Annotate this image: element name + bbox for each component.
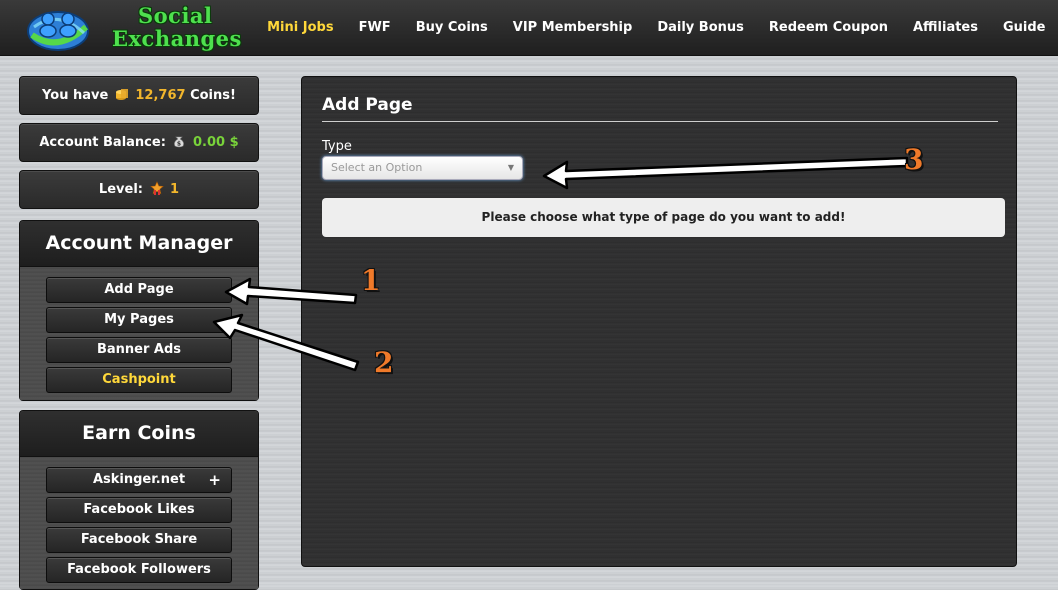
account-manager-panel: Account Manager Add Page My Pages Banner… xyxy=(19,220,259,401)
chevron-down-icon: ▼ xyxy=(507,163,514,172)
plus-icon: + xyxy=(208,471,221,489)
level-value: 1 xyxy=(170,182,180,197)
nav-buy-coins[interactable]: Buy Coins xyxy=(403,0,500,55)
account-manager-body: Add Page My Pages Banner Ads Cashpoint xyxy=(20,267,258,400)
logo-line-2: Exchanges xyxy=(112,26,242,51)
type-select-placeholder: Select an Option xyxy=(331,161,423,174)
coins-stat: You have 12,767 Coins! xyxy=(19,76,259,115)
level-label: Level: xyxy=(98,182,143,197)
facebook-followers-button[interactable]: Facebook Followers xyxy=(46,557,232,583)
nav-redeem-coupon[interactable]: Redeem Coupon xyxy=(756,0,900,55)
earn-coins-title: Earn Coins xyxy=(20,411,258,457)
type-label: Type xyxy=(322,139,352,154)
balance-stat: Account Balance: $ 0.00 $ xyxy=(19,123,259,162)
banner-ads-button[interactable]: Banner Ads xyxy=(46,337,232,363)
main-nav: Mini Jobs FWF Buy Coins VIP Membership D… xyxy=(255,0,1058,55)
page-title: Add Page xyxy=(322,95,998,122)
money-bag-icon: $ xyxy=(174,136,185,148)
facebook-share-button[interactable]: Facebook Share xyxy=(46,527,232,553)
my-pages-button[interactable]: My Pages xyxy=(46,307,232,333)
site-logo[interactable]: Social Exchanges xyxy=(16,2,256,54)
askinger-button[interactable]: Askinger.net + xyxy=(46,467,232,493)
nav-fwf[interactable]: FWF xyxy=(346,0,403,55)
balance-value: 0.00 $ xyxy=(192,135,239,150)
svg-text:$: $ xyxy=(177,141,181,148)
annotation-number-1: 1 xyxy=(361,264,381,297)
annotation-number-2: 2 xyxy=(374,346,394,379)
logo-line-1: Social xyxy=(138,3,213,28)
earn-coins-body: Askinger.net + Facebook Likes Facebook S… xyxy=(20,457,258,589)
globe-logo-icon xyxy=(27,11,89,51)
type-select[interactable]: Select an Option ▼ xyxy=(322,156,523,180)
top-header: Social Exchanges Mini Jobs FWF Buy Coins… xyxy=(0,0,1058,56)
nav-guide[interactable]: Guide xyxy=(990,0,1058,55)
earn-coins-panel: Earn Coins Askinger.net + Facebook Likes… xyxy=(19,410,259,590)
info-notice: Please choose what type of page do you w… xyxy=(322,198,1005,237)
askinger-label: Askinger.net xyxy=(92,472,186,487)
cashpoint-button[interactable]: Cashpoint xyxy=(46,367,232,393)
nav-daily-bonus[interactable]: Daily Bonus xyxy=(645,0,757,55)
medal-icon xyxy=(149,181,164,195)
account-manager-title: Account Manager xyxy=(20,221,258,267)
add-page-button[interactable]: Add Page xyxy=(46,277,232,303)
facebook-likes-button[interactable]: Facebook Likes xyxy=(46,497,232,523)
level-stat: Level: 1 xyxy=(19,170,259,209)
coins-suffix: Coins! xyxy=(190,88,236,103)
coins-value: 12,767 xyxy=(135,88,186,103)
logo-text: Social Exchanges xyxy=(112,4,242,50)
coins-prefix: You have xyxy=(42,88,109,103)
nav-affiliates[interactable]: Affiliates xyxy=(900,0,990,55)
annotation-number-3: 3 xyxy=(904,143,924,176)
nav-mini-jobs[interactable]: Mini Jobs xyxy=(255,0,346,55)
balance-label: Account Balance: xyxy=(39,135,166,150)
nav-vip-membership[interactable]: VIP Membership xyxy=(500,0,645,55)
coin-stack-icon xyxy=(115,89,128,100)
